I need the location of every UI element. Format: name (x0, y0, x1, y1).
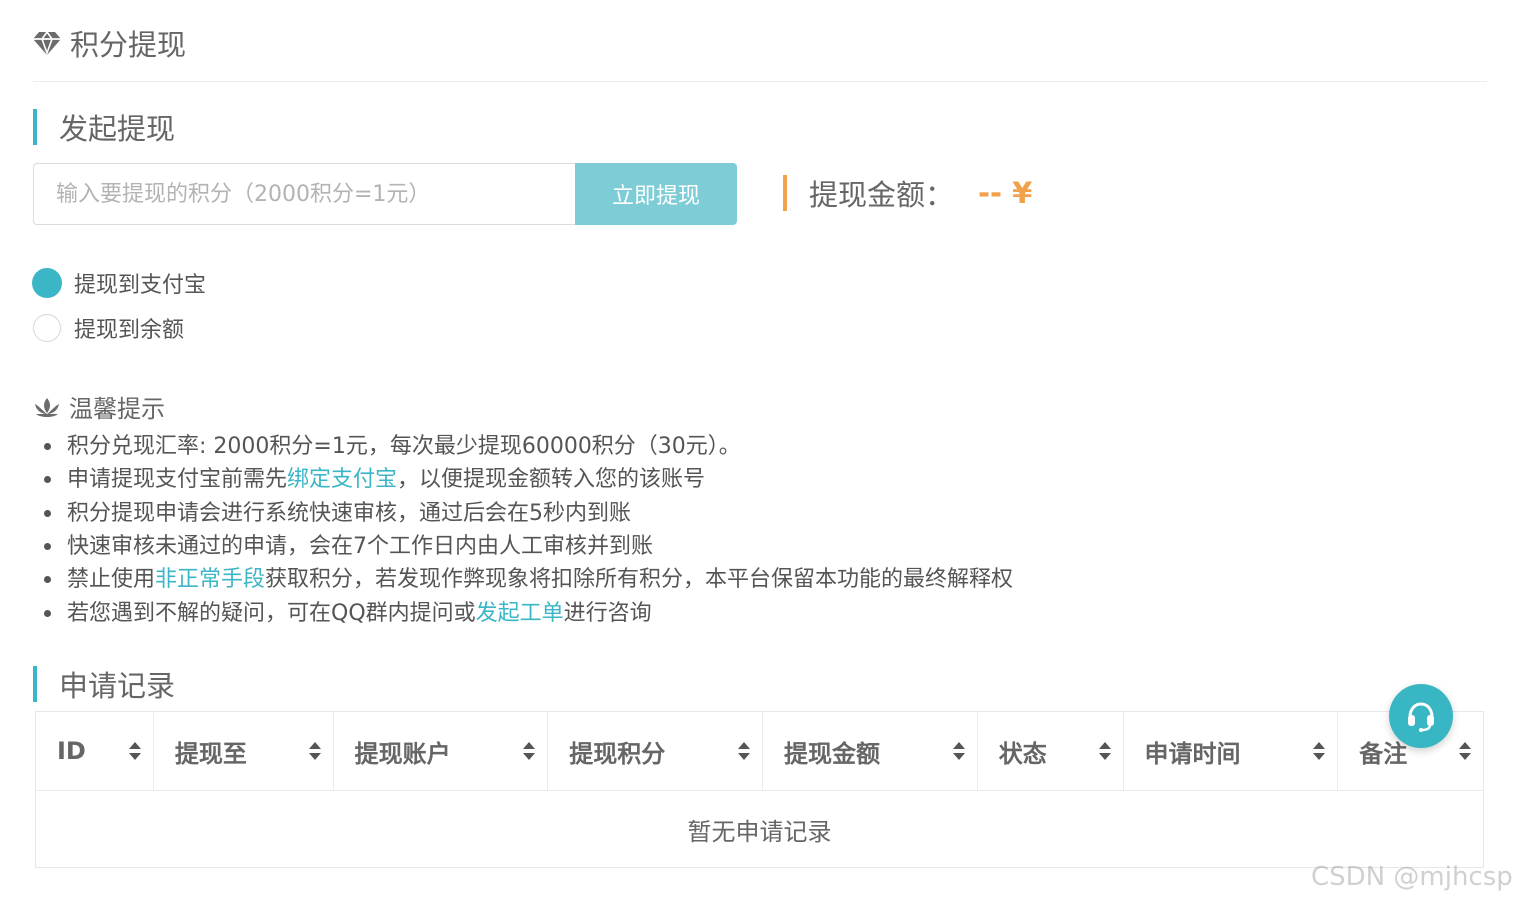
header-divider (33, 81, 1487, 82)
tip-text: 快速审核未通过的申请，会在7个工作日内由人工审核并到账 (67, 534, 653, 560)
column-header[interactable]: 提现账户 (334, 712, 549, 790)
tip-text: 若您遇到不解的疑问，可在QQ群内提问或 (67, 600, 476, 626)
tips-heading: 温馨提示 (33, 389, 165, 424)
column-header-label: ID (57, 737, 86, 765)
sort-icon[interactable] (951, 739, 967, 763)
column-header-label: 申请时间 (1144, 739, 1241, 768)
sort-icon[interactable] (736, 739, 752, 763)
tip-item: 积分提现申请会进行系统快速审核，通过后会在5秒内到账 (44, 497, 1013, 530)
withdraw-input-group: 立即提现 (33, 163, 737, 225)
heading-accent-bar (33, 666, 37, 702)
sort-icon[interactable] (307, 739, 323, 763)
tip-item: 快速审核未通过的申请，会在7个工作日内由人工审核并到账 (44, 530, 1013, 563)
lotus-icon (35, 397, 59, 417)
radio-selected-indicator[interactable] (33, 269, 61, 297)
tip-text: 禁止使用 (67, 567, 156, 593)
bullet-icon (44, 443, 51, 451)
amount-label: 提现金额： (809, 178, 955, 212)
sort-icon[interactable] (127, 739, 143, 763)
tip-link[interactable]: 发起工单 (476, 597, 564, 630)
tip-text: 积分提现申请会进行系统快速审核，通过后会在5秒内到账 (67, 500, 631, 526)
tip-item: 申请提现支付宝前需先 绑定支付宝 ，以便提现金额转入您的该账号 (44, 463, 1013, 496)
bullet-icon (44, 543, 51, 551)
radio-balance-label: 提现到余额 (74, 318, 185, 343)
sort-icon[interactable] (1097, 739, 1113, 763)
gem-icon (33, 30, 61, 56)
withdraw-section-heading: 发起提现 (33, 106, 175, 148)
tip-item: 积分兑现汇率: 2000积分=1元，每次最少提现60000积分（30元）。 (44, 430, 1013, 463)
heading-accent-bar (33, 109, 37, 145)
column-header[interactable]: 提现积分 (548, 712, 763, 790)
records-table: ID 提现至 提现账户 提现积分 提现金额 状态 申请时间 备注 暂无申请记录 (35, 711, 1484, 868)
sort-icon[interactable] (1311, 739, 1327, 763)
column-header[interactable]: 申请时间 (1124, 712, 1339, 790)
page: 积分提现 发起提现 立即提现 提现金额： -- ¥ 提现到支付宝 提现到余额 温… (0, 0, 1519, 905)
bullet-icon (44, 609, 51, 617)
records-section-heading: 申请记录 (33, 663, 175, 705)
radio-balance[interactable]: 提现到余额 (33, 312, 184, 344)
column-header[interactable]: 提现至 (154, 712, 334, 790)
tips-title: 温馨提示 (69, 395, 165, 423)
tip-text: 积分兑现汇率: 2000积分=1元，每次最少提现60000积分（30元）。 (67, 434, 741, 460)
tip-item: 若您遇到不解的疑问，可在QQ群内提问或 发起工单 进行咨询 (44, 596, 1013, 629)
column-header[interactable]: 提现金额 (763, 712, 978, 790)
amount-accent-bar (783, 175, 787, 211)
page-title: 积分提现 (70, 28, 187, 62)
column-header-label: 提现至 (174, 739, 247, 768)
column-header-label: 提现账户 (354, 739, 451, 768)
page-header: 积分提现 (32, 22, 186, 64)
column-header-label: 提现金额 (784, 739, 880, 768)
withdraw-section-title: 发起提现 (59, 112, 176, 146)
empty-records-message: 暂无申请记录 (687, 818, 832, 846)
support-button[interactable] (1389, 684, 1453, 748)
records-section-title: 申请记录 (59, 669, 176, 703)
amount-value: -- ¥ (978, 176, 1033, 210)
bullet-icon (44, 576, 51, 584)
headset-icon (1408, 702, 1434, 732)
radio-unselected-indicator[interactable] (33, 314, 61, 342)
withdraw-amount: 提现金额： -- ¥ (783, 175, 1033, 212)
table-header-row: ID 提现至 提现账户 提现积分 提现金额 状态 申请时间 备注 (36, 712, 1483, 791)
bullet-icon (44, 509, 51, 517)
tip-item: 禁止使用 非正常手段 获取积分，若发现作弊现象将扣除所有积分，本平台保留本功能的最终… (44, 563, 1013, 596)
tip-link[interactable]: 非正常手段 (155, 563, 265, 596)
csdn-watermark: CSDN @mjhcsp (1311, 862, 1513, 892)
radio-alipay[interactable]: 提现到支付宝 (33, 267, 206, 299)
radio-alipay-label: 提现到支付宝 (74, 273, 207, 298)
sort-icon[interactable] (1457, 739, 1473, 763)
tips-list: 积分兑现汇率: 2000积分=1元，每次最少提现60000积分（30元）。 申请提… (44, 430, 1013, 630)
column-header[interactable]: ID (36, 712, 154, 790)
withdraw-now-button[interactable]: 立即提现 (575, 163, 737, 225)
column-header-label: 状态 (998, 739, 1047, 768)
column-header-label: 提现积分 (569, 739, 666, 768)
tip-text: ，以便提现金额转入您的该账号 (397, 467, 706, 493)
points-input[interactable] (33, 163, 575, 225)
tip-link[interactable]: 绑定支付宝 (287, 463, 397, 496)
bullet-icon (44, 476, 51, 484)
sort-icon[interactable] (521, 739, 537, 763)
column-header[interactable]: 状态 (978, 712, 1124, 790)
tip-text: 申请提现支付宝前需先 (67, 467, 288, 493)
tip-text: 进行咨询 (563, 600, 652, 626)
tip-text: 获取积分，若发现作弊现象将扣除所有积分，本平台保留本功能的最终解释权 (265, 567, 1014, 593)
